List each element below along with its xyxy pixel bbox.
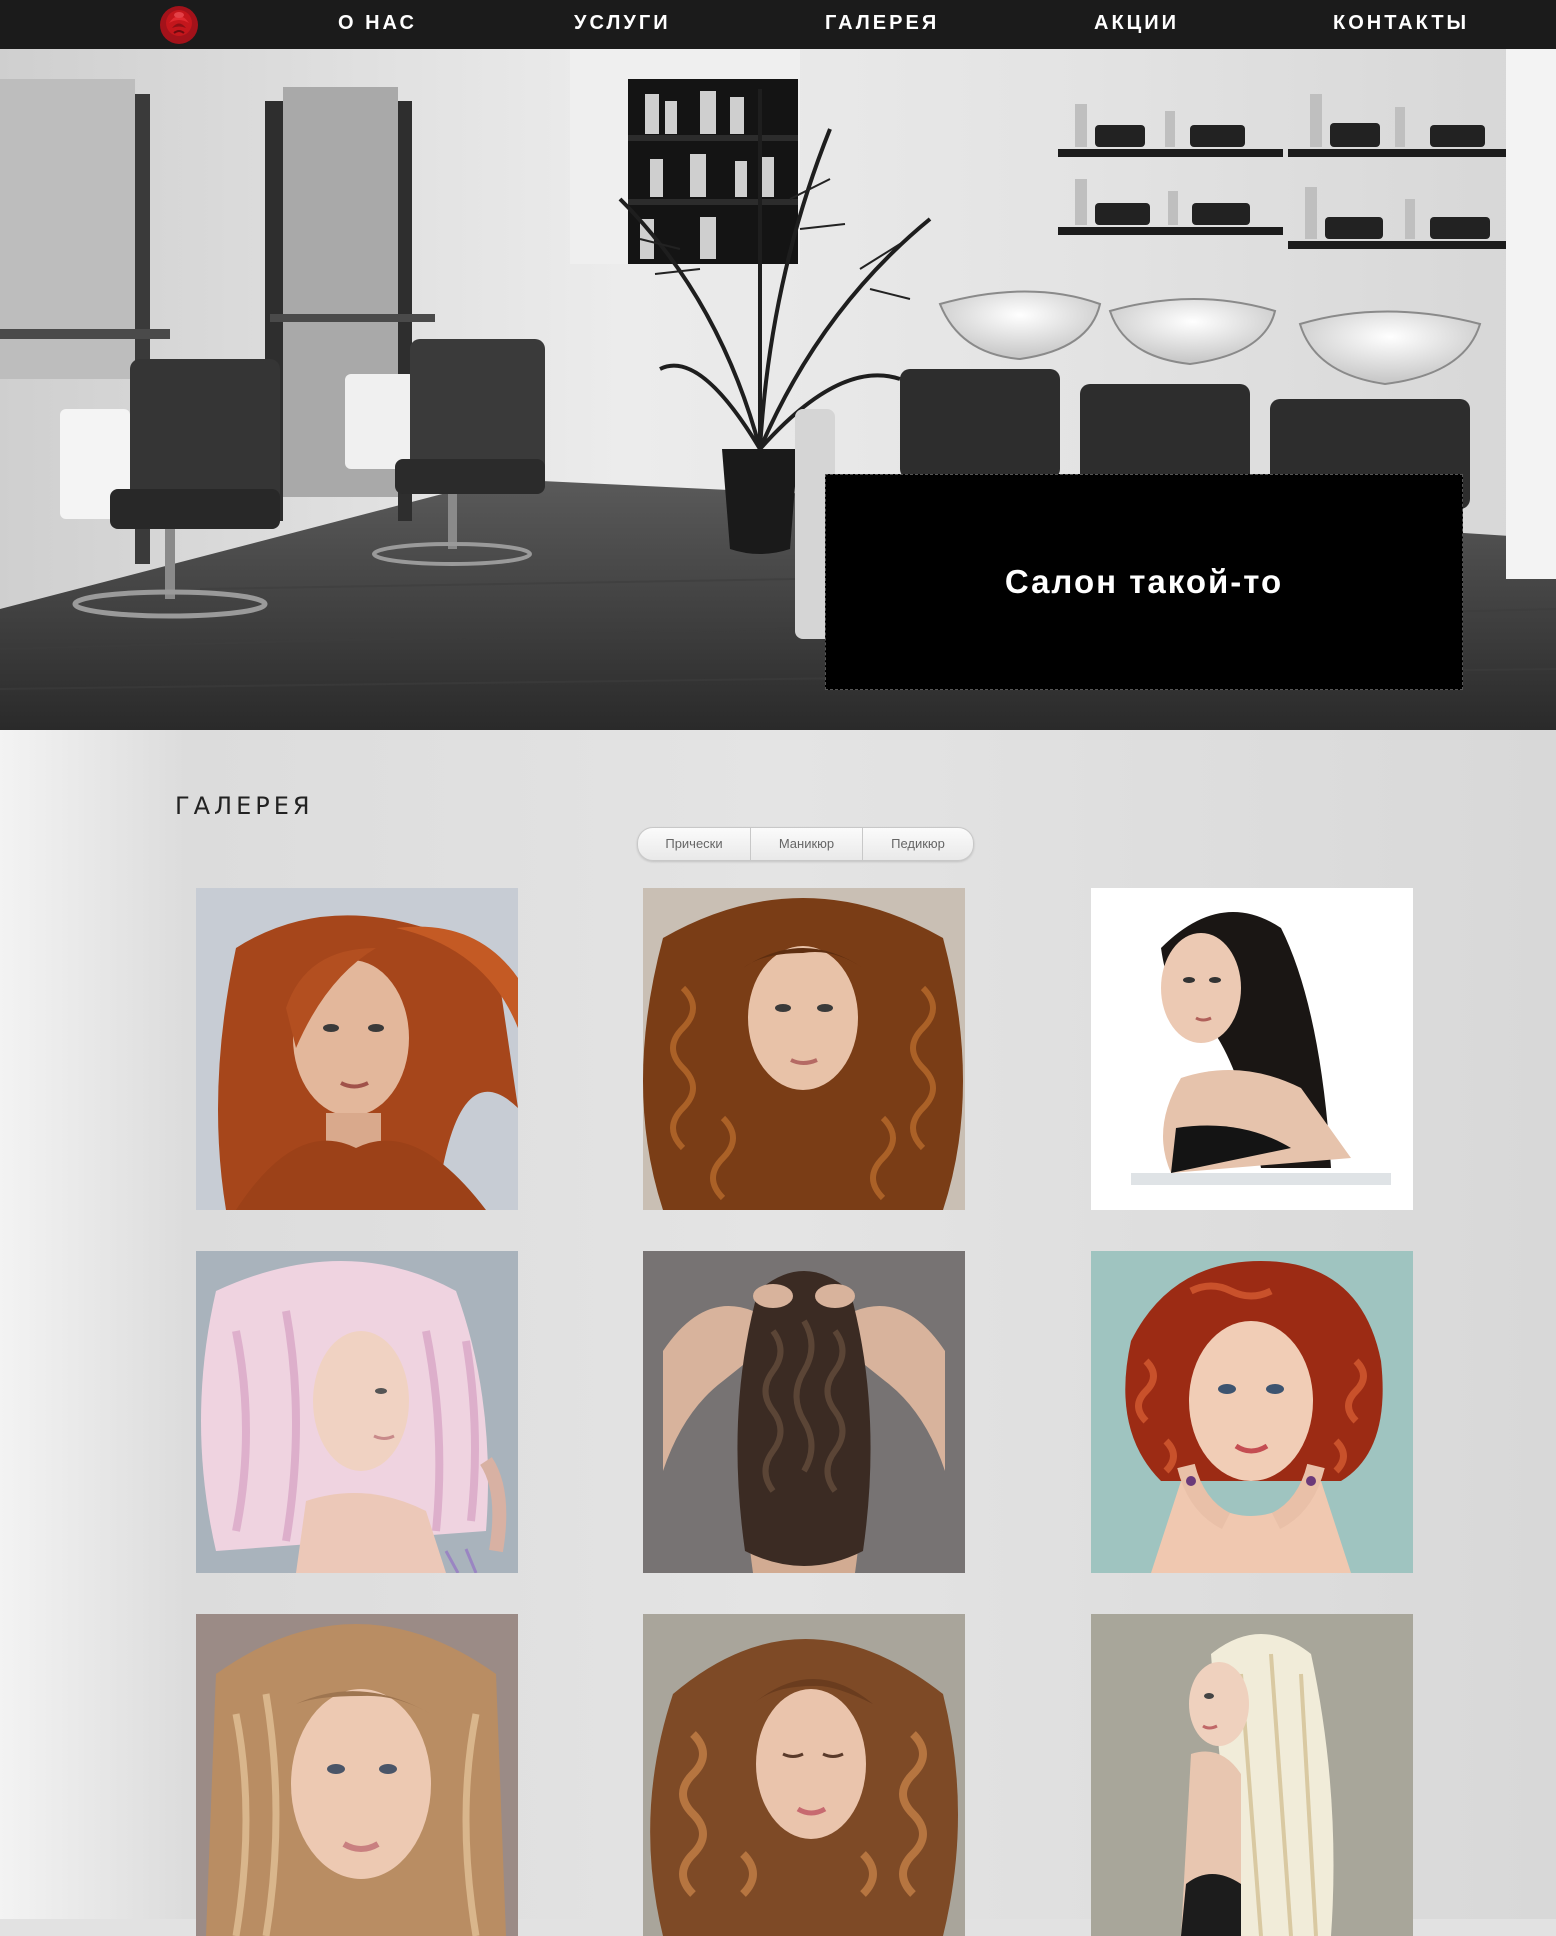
- filter-tab-manicure[interactable]: Маникюр: [751, 828, 863, 860]
- nav-item-services[interactable]: УСЛУГИ: [574, 0, 671, 49]
- hair-photo-pastel-pink: [196, 1251, 518, 1573]
- hair-photo-red-windswept: [196, 888, 518, 1210]
- gallery-photo-9[interactable]: [1091, 1614, 1413, 1936]
- filter-tab-pedicure[interactable]: Педикюр: [863, 828, 973, 860]
- nav-item-promotions[interactable]: АКЦИИ: [1094, 0, 1179, 49]
- hair-photo-platinum-straight: [1091, 1614, 1413, 1936]
- filter-tab-hairstyles[interactable]: Прически: [638, 828, 751, 860]
- nav-item-contacts[interactable]: КОНТАКТЫ: [1333, 0, 1469, 49]
- hero-banner: Салон такой-то: [0, 49, 1556, 730]
- gallery-photo-8[interactable]: [643, 1614, 965, 1936]
- nav-item-gallery[interactable]: ГАЛЕРЕЯ: [825, 0, 939, 49]
- gallery-photo-2[interactable]: [643, 888, 965, 1210]
- gallery-photo-5[interactable]: [643, 1251, 965, 1573]
- hair-photo-brown-curls: [643, 888, 965, 1210]
- rose-logo-icon[interactable]: [156, 3, 202, 47]
- gallery-photo-1[interactable]: [196, 888, 518, 1210]
- hair-photo-dark-waves-back: [643, 1251, 965, 1573]
- hair-photo-blonde-natural: [196, 1614, 518, 1936]
- gallery-photo-3[interactable]: [1091, 888, 1413, 1210]
- hair-photo-auburn-curls: [643, 1614, 965, 1936]
- gallery-photo-4[interactable]: [196, 1251, 518, 1573]
- hero-title: Салон такой-то: [1004, 563, 1284, 600]
- hero-title-box: Салон такой-то: [825, 474, 1463, 690]
- gallery-photo-6[interactable]: [1091, 1251, 1413, 1573]
- hair-photo-red-short-curls: [1091, 1251, 1413, 1573]
- gallery-photo-7[interactable]: [196, 1614, 518, 1936]
- gallery-title: ГАЛЕРЕЯ: [175, 792, 314, 820]
- hair-photo-black-straight: [1091, 888, 1413, 1210]
- nav-item-about[interactable]: О НАС: [338, 0, 417, 49]
- top-navigation: О НАС УСЛУГИ ГАЛЕРЕЯ АКЦИИ КОНТАКТЫ: [0, 0, 1556, 49]
- gallery-filter-tabs: Прически Маникюр Педикюр: [637, 827, 974, 861]
